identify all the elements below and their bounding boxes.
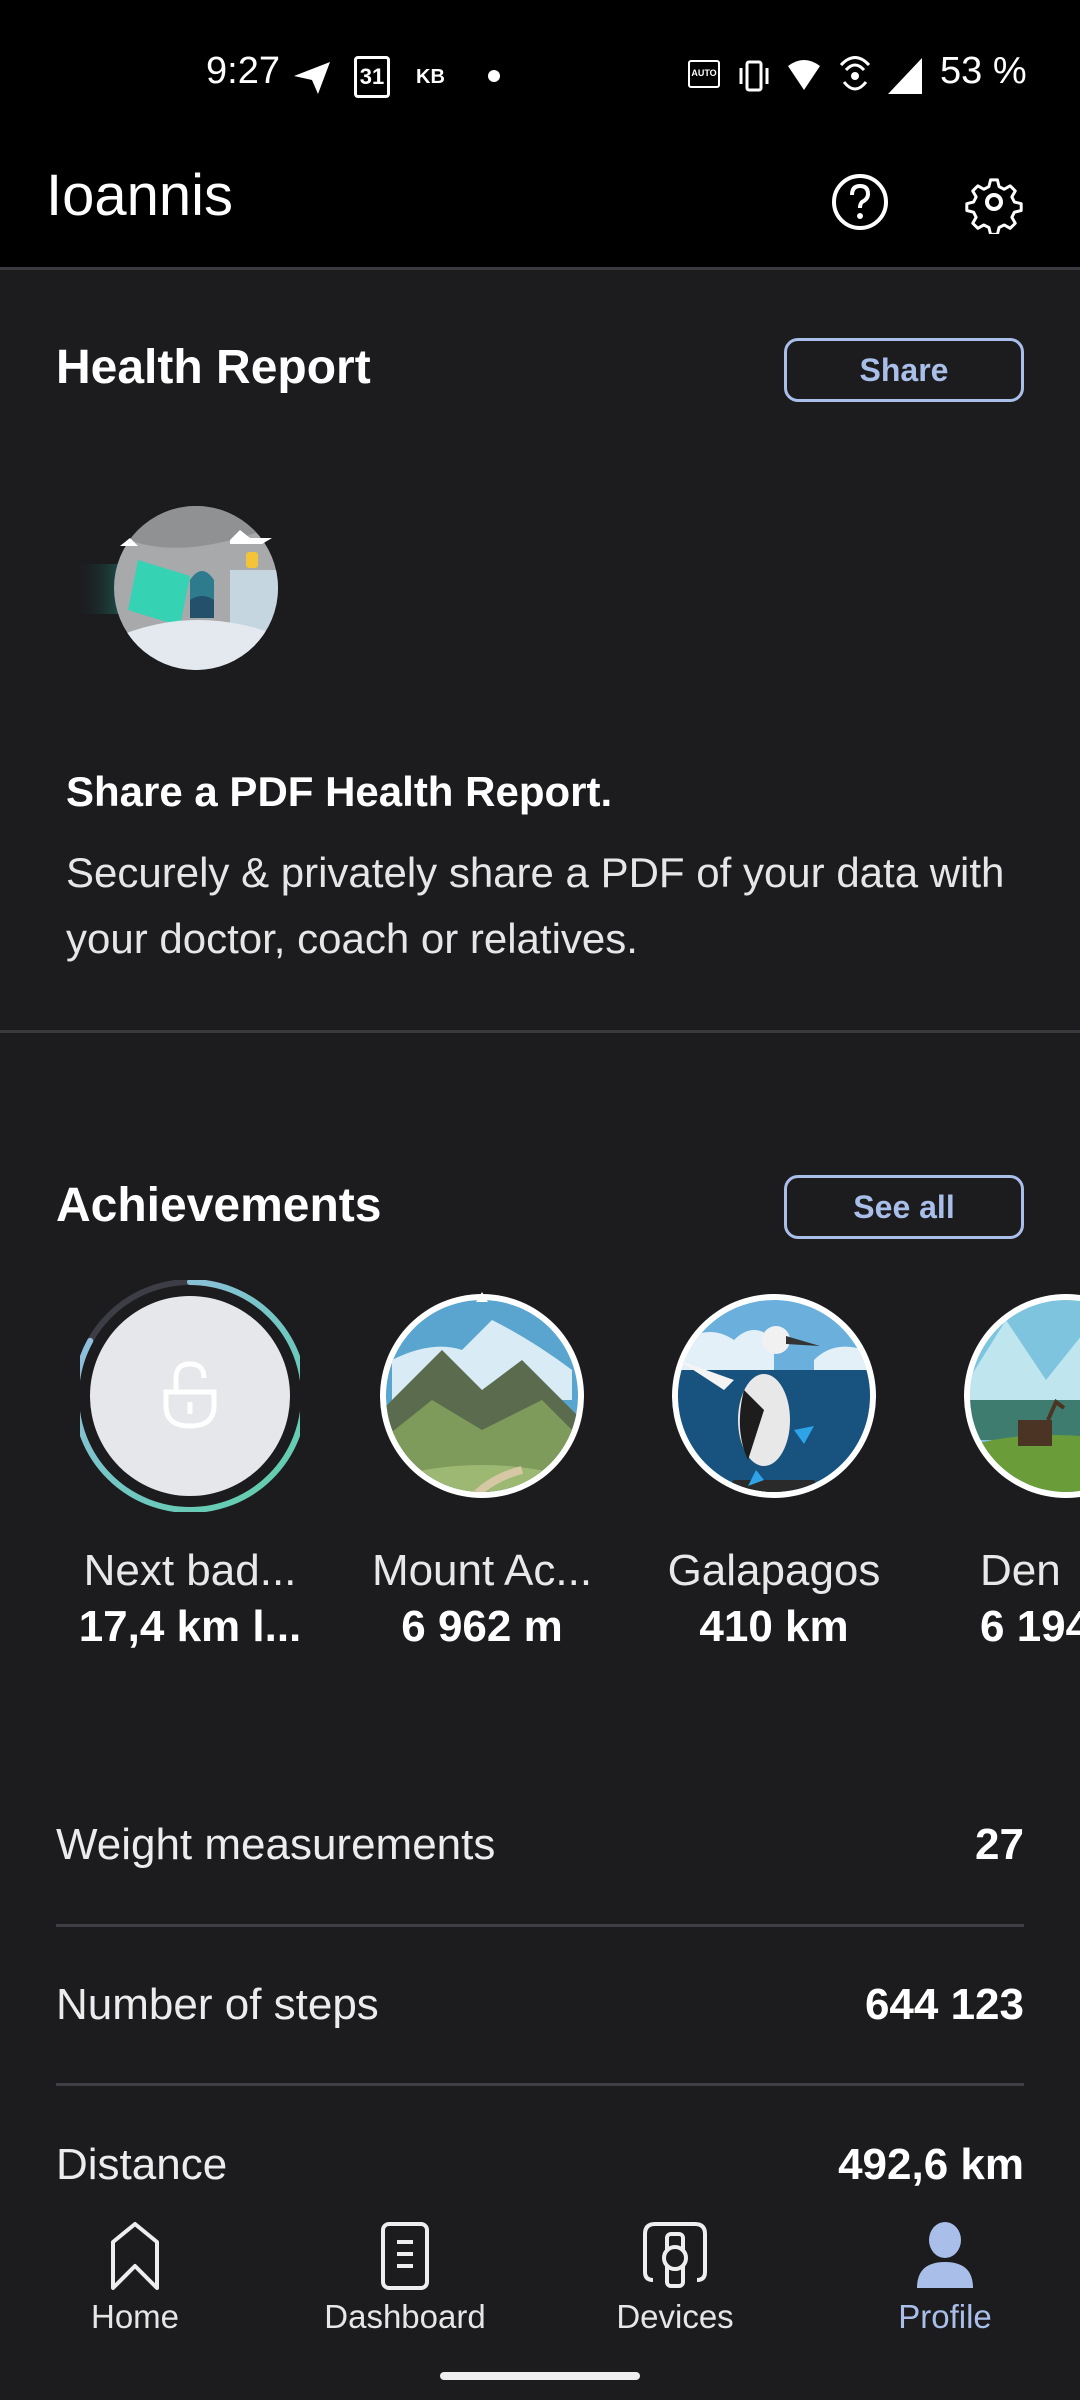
stat-label: Distance [56, 2140, 228, 2189]
nav-profile[interactable]: Profile [810, 2200, 1080, 2350]
achievement-badge-next[interactable] [73, 1279, 307, 1513]
nav-label: Dashboard [324, 2298, 486, 2335]
page-title: Ioannis [46, 163, 234, 228]
app-bar: Ioannis [0, 140, 1080, 270]
badge-label: Mount Ac... [371, 1546, 593, 1595]
status-time: 9:27 [206, 50, 280, 92]
badge-label: Galapagos [667, 1546, 881, 1595]
signal-icon [888, 58, 922, 94]
badge-value: 6 194 [980, 1602, 1080, 1651]
row-divider [56, 1924, 1024, 1927]
dashboard-icon [381, 2222, 429, 2290]
badge-label: Next bad... [83, 1546, 297, 1595]
badge-progress-ring [73, 1279, 307, 1513]
galapagos-badge-image [672, 1294, 876, 1498]
achievement-badge-denali[interactable] [956, 1280, 1080, 1512]
achievement-badge-galapagos[interactable] [664, 1280, 884, 1512]
kb-icon: KB [416, 66, 445, 88]
achievement-badge-mountain[interactable] [372, 1280, 592, 1512]
health-report-title: Health Report [56, 341, 371, 394]
auto-hz-icon: AUTO [688, 60, 720, 88]
home-icon [111, 2222, 159, 2290]
nav-dashboard[interactable]: Dashboard [270, 2200, 540, 2350]
calendar-icon: 31 [354, 56, 390, 98]
nav-devices[interactable]: Devices [540, 2200, 810, 2350]
see-all-button[interactable]: See all [784, 1175, 1024, 1239]
nav-label: Profile [898, 2298, 992, 2335]
nav-home[interactable]: Home [0, 2200, 270, 2350]
nav-label: Home [90, 2298, 180, 2335]
mountain-badge-image [380, 1292, 584, 1498]
badge-value: 6 962 m [401, 1602, 563, 1651]
notification-dot-icon [488, 70, 500, 82]
settings-icon[interactable] [962, 170, 1026, 234]
section-divider [0, 1030, 1080, 1033]
badge-locked-circle [90, 1296, 290, 1496]
hotspot-icon [839, 56, 871, 91]
stat-value: 492,6 km [838, 2140, 1024, 2189]
health-report-subtitle: Share a PDF Health Report. [66, 768, 613, 815]
home-indicator[interactable] [440, 2372, 640, 2380]
health-report-description: Securely & privately share a PDF of your… [66, 849, 1005, 962]
wifi-icon [788, 60, 820, 90]
status-bar: 9:27 31 KB AUTO 53 % [0, 0, 1080, 140]
row-divider [56, 2083, 1024, 2086]
health-report-illustration [74, 506, 278, 670]
denali-badge-image [964, 1294, 1080, 1498]
stat-label: Number of steps [56, 1980, 379, 2029]
telegram-icon [294, 62, 330, 94]
vibrate-icon [739, 60, 769, 92]
stat-value: 644 123 [864, 1980, 1024, 2029]
share-button[interactable]: Share [784, 338, 1024, 402]
badge-value: 410 km [699, 1602, 849, 1651]
stat-label: Weight measurements [56, 1820, 496, 1869]
battery-level: 53 % [940, 50, 1027, 92]
badge-label: Den [980, 1546, 1061, 1595]
help-icon[interactable] [828, 170, 892, 234]
bottom-nav: Home Dashboard Devices Profile [0, 2200, 1080, 2400]
profile-icon [917, 2222, 973, 2288]
achievements-title: Achievements [56, 1179, 382, 1232]
watch-icon [643, 2222, 707, 2288]
nav-label: Devices [616, 2298, 734, 2335]
stat-value: 27 [975, 1820, 1024, 1869]
badge-value: 17,4 km l... [78, 1602, 302, 1651]
